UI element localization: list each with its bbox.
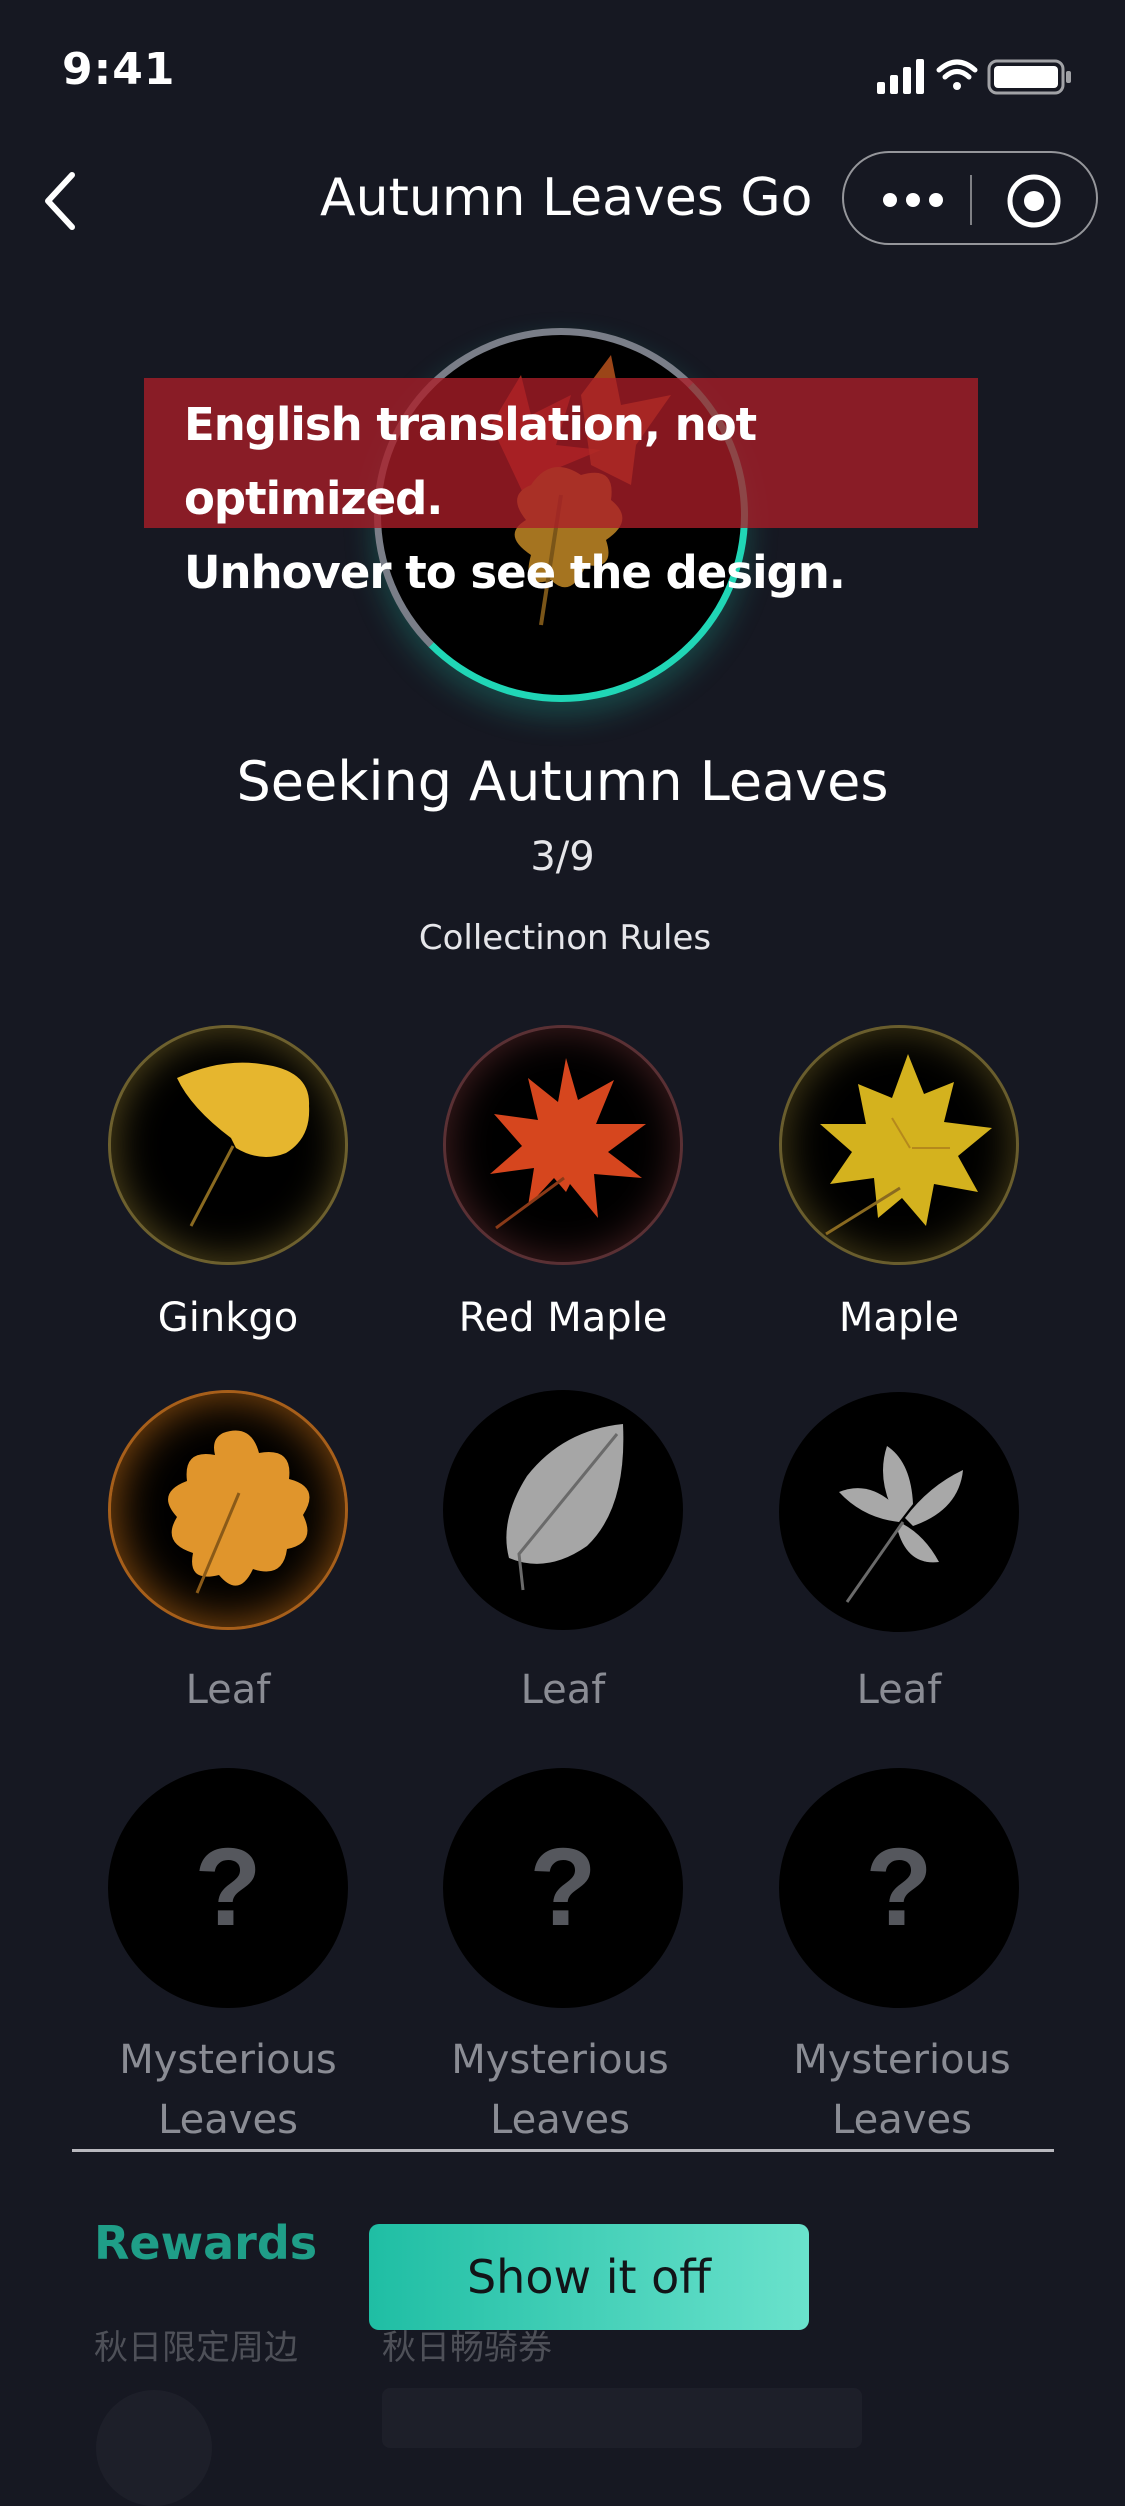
question-mark-icon: ? bbox=[529, 1826, 597, 1949]
maple-leaf-icon bbox=[820, 1054, 992, 1236]
rewards-title: Rewards bbox=[94, 2216, 318, 2270]
status-icons bbox=[877, 59, 1071, 95]
leaf-mystery-2[interactable]: ? bbox=[443, 1768, 683, 2008]
leaf-maple[interactable] bbox=[779, 1025, 1019, 1265]
ginkgo-leaf-icon bbox=[177, 1062, 310, 1227]
box-elder-leaf-icon bbox=[839, 1446, 963, 1603]
leaf-red-maple[interactable] bbox=[443, 1025, 683, 1265]
section-divider bbox=[72, 2149, 1054, 2152]
close-target-icon[interactable] bbox=[1006, 173, 1062, 229]
collection-rules-link[interactable]: Collectinon Rules bbox=[0, 918, 1125, 958]
mystery-label-line1: Mysterious bbox=[119, 2037, 337, 2083]
show-it-off-button[interactable]: Show it off bbox=[369, 2224, 809, 2330]
translation-banner: English translation, not optimized. Unho… bbox=[144, 378, 978, 599]
wifi-icon bbox=[936, 59, 978, 90]
birch-leaf-icon bbox=[506, 1424, 624, 1591]
leaf-label-mystery-2: Mysterious Leaves bbox=[400, 2030, 720, 2150]
mini-program-capsule bbox=[842, 151, 1098, 245]
mystery-label-line1: Mysterious bbox=[793, 2037, 1011, 2083]
red-maple-leaf-icon bbox=[490, 1058, 646, 1230]
collection-title: Seeking Autumn Leaves bbox=[236, 750, 889, 813]
banner-line-2: Unhover to see the design. bbox=[184, 546, 846, 599]
leaf-label-6: Leaf bbox=[856, 1667, 942, 1713]
question-mark-icon: ? bbox=[865, 1826, 933, 1949]
leaf-label-mystery-1: Mysterious Leaves bbox=[68, 2030, 388, 2150]
reward-item-1: 秋日限定周边 bbox=[94, 2328, 298, 2368]
mystery-label-line2: Leaves bbox=[490, 2097, 630, 2143]
leaf-box-elder[interactable] bbox=[779, 1392, 1019, 1632]
capsule-divider bbox=[970, 175, 972, 225]
reward-thumbnail bbox=[96, 2390, 212, 2506]
leaf-ginkgo[interactable] bbox=[108, 1025, 348, 1265]
mystery-label-line2: Leaves bbox=[832, 2097, 972, 2143]
battery-icon bbox=[987, 59, 1071, 95]
question-mark-icon: ? bbox=[194, 1826, 262, 1949]
banner-line-1: English translation, not optimized. bbox=[184, 398, 757, 525]
oak-leaf-icon bbox=[168, 1430, 310, 1594]
leaf-label-maple: Maple bbox=[838, 1295, 960, 1341]
leaf-label-5: Leaf bbox=[520, 1667, 606, 1713]
mystery-label-line2: Leaves bbox=[158, 2097, 298, 2143]
more-icon[interactable] bbox=[882, 185, 944, 215]
back-icon[interactable] bbox=[36, 165, 92, 237]
leaf-label-red-maple: Red Maple bbox=[458, 1295, 668, 1341]
leaf-label-ginkgo: Ginkgo bbox=[157, 1295, 299, 1341]
status-time: 9:41 bbox=[62, 44, 176, 95]
leaf-birch[interactable] bbox=[443, 1390, 683, 1630]
collection-count: 3/9 bbox=[530, 834, 595, 880]
reward-card bbox=[382, 2388, 862, 2448]
leaf-label-4: Leaf bbox=[185, 1667, 271, 1713]
leaf-mystery-3[interactable]: ? bbox=[779, 1768, 1019, 2008]
signal-icon bbox=[877, 59, 924, 94]
leaf-oak[interactable] bbox=[108, 1390, 348, 1630]
mystery-label-line1: Mysterious bbox=[451, 2037, 669, 2083]
page-title: Autumn Leaves Go bbox=[320, 168, 813, 228]
leaf-mystery-1[interactable]: ? bbox=[108, 1768, 348, 2008]
leaf-label-mystery-3: Mysterious Leaves bbox=[742, 2030, 1062, 2150]
